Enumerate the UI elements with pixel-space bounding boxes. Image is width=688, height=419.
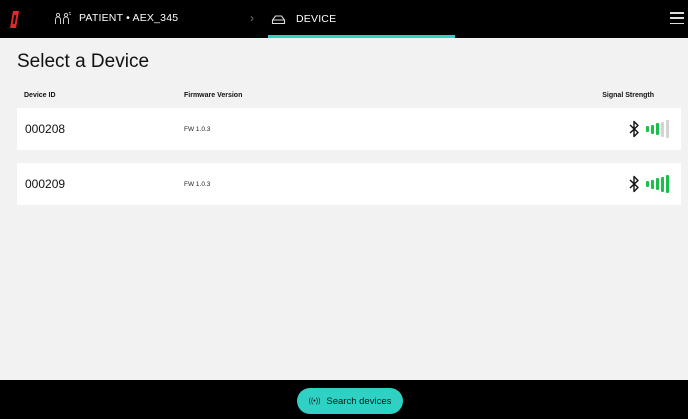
- signal-bar: [651, 124, 654, 134]
- breadcrumb-patient[interactable]: PATIENT • AEX_345: [54, 0, 178, 36]
- signal-bar: [661, 176, 664, 192]
- signal-bars: [646, 173, 669, 195]
- signal-strength: [629, 117, 669, 141]
- bluetooth-icon: [629, 120, 639, 138]
- signal-bar: [661, 121, 664, 137]
- signal-bar: [666, 175, 669, 193]
- device-icon: [271, 14, 286, 24]
- device-id: 000208: [25, 122, 66, 136]
- signal-bar: [651, 179, 654, 189]
- bluetooth-icon: [629, 175, 639, 193]
- chevron-right-icon: ›: [250, 11, 254, 25]
- signal-strength: [629, 172, 669, 196]
- device-row[interactable]: 000209 FW 1.0.3: [17, 163, 681, 205]
- signal-bar: [656, 123, 659, 135]
- signal-bars: [646, 118, 669, 140]
- signal-bar: [666, 120, 669, 138]
- top-bar: PATIENT • AEX_345 › DEVICE: [0, 0, 688, 38]
- hamburger-menu-icon[interactable]: [670, 12, 684, 24]
- signal-bar: [646, 181, 649, 187]
- radar-icon: ((•)): [308, 397, 321, 405]
- brand-logo-icon: [10, 11, 19, 28]
- column-header-signal: Signal Strength: [602, 92, 654, 99]
- search-devices-button[interactable]: ((•)) Search devices: [297, 388, 403, 414]
- device-row[interactable]: 000208 FW 1.0.3: [17, 108, 681, 150]
- search-devices-label: Search devices: [326, 395, 392, 407]
- signal-bar: [646, 126, 649, 132]
- column-header-firmware: Firmware Version: [184, 92, 243, 99]
- page-title: Select a Device: [17, 51, 150, 72]
- patient-label: PATIENT • AEX_345: [79, 12, 179, 24]
- device-id: 000209: [25, 177, 66, 191]
- device-tab-label: DEVICE: [296, 13, 337, 25]
- firmware-version: FW 1.0.3: [184, 180, 211, 188]
- column-header-device-id: Device ID: [24, 92, 56, 99]
- patient-icon: [55, 11, 71, 24]
- tab-device[interactable]: DEVICE: [268, 0, 455, 38]
- signal-bar: [656, 178, 659, 190]
- firmware-version: FW 1.0.3: [184, 125, 211, 133]
- active-tab-indicator: [268, 35, 455, 38]
